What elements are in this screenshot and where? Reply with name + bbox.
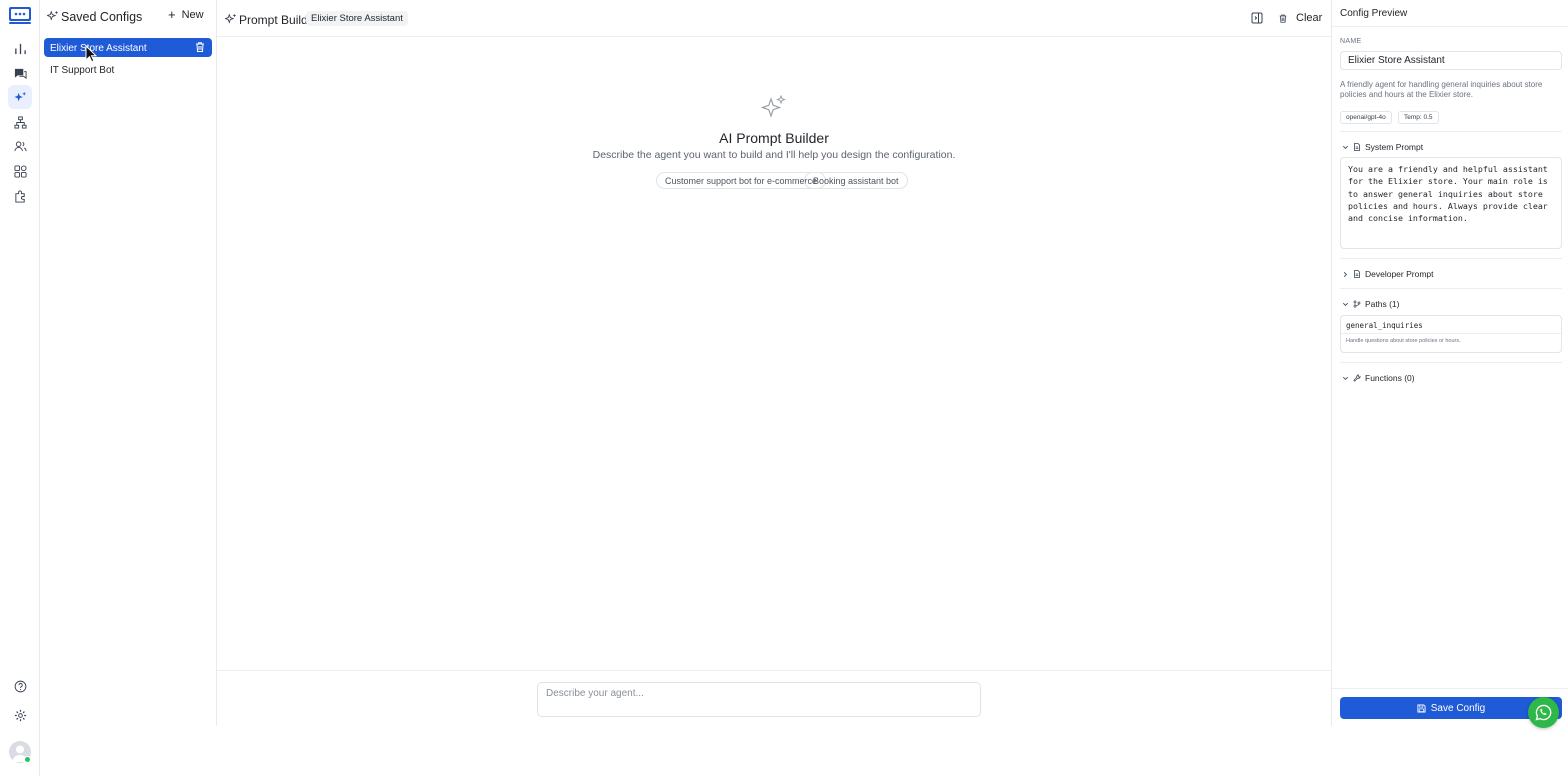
divider [1340, 131, 1562, 132]
divider [1341, 333, 1561, 334]
chevron-down-icon [1343, 376, 1348, 380]
integrations-nav[interactable] [8, 159, 32, 183]
composer-area: Describe your agent... [217, 670, 1331, 726]
flows-nav[interactable] [8, 110, 32, 134]
config-description: A friendly agent for handling general in… [1340, 80, 1543, 99]
settings-nav[interactable] [8, 703, 32, 727]
help-nav[interactable] [8, 674, 32, 698]
config-preview-panel: Config Preview NAME Elixier Store Assist… [1331, 0, 1568, 726]
users-nav[interactable] [8, 134, 32, 158]
paths-section-toggle[interactable]: Paths (1) [1342, 299, 1400, 309]
users-icon [13, 140, 27, 151]
chevron-down-icon [1343, 145, 1348, 149]
app-logo-icon[interactable] [8, 5, 32, 25]
save-icon [1417, 703, 1426, 713]
config-item-it-support-bot[interactable]: IT Support Bot [44, 60, 212, 79]
whatsapp-icon [1535, 704, 1552, 721]
save-config-label: Save Config [1430, 702, 1486, 714]
mouse-cursor-icon [85, 45, 97, 63]
puzzle-icon [14, 190, 25, 203]
path-card[interactable]: general_inquiries Handle questions about… [1340, 315, 1562, 353]
model-badge: openai/gpt-4o [1340, 111, 1392, 124]
config-preview-header: Config Preview [1332, 0, 1568, 27]
plugins-nav[interactable] [8, 184, 32, 208]
path-description: Handle questions about store policies or… [1346, 338, 1461, 344]
developer-prompt-label: Developer Prompt [1365, 269, 1434, 279]
prompt-builder-nav[interactable] [8, 85, 32, 109]
divider [1340, 362, 1562, 363]
name-label: NAME [1340, 38, 1362, 45]
bar-chart-icon [14, 43, 26, 54]
paths-label: Paths (1) [1365, 299, 1400, 309]
new-config-button[interactable]: + New [168, 7, 204, 22]
sitemap-icon [13, 115, 27, 129]
functions-section-toggle[interactable]: Functions (0) [1342, 373, 1415, 383]
topbar: Prompt Builder Elixier Store Assistant C… [217, 0, 1331, 37]
icon-rail [0, 0, 40, 776]
config-name-field[interactable]: Elixier Store Assistant [1340, 51, 1562, 70]
chevron-right-icon [1343, 271, 1347, 277]
suggestion-chip-ecommerce[interactable]: Customer support bot for e-commerce [656, 172, 827, 189]
config-item-elixier-store-assistant[interactable]: Elixier Store Assistant [44, 38, 212, 57]
developer-prompt-section-toggle[interactable]: Developer Prompt [1342, 269, 1434, 279]
gear-icon [14, 709, 26, 721]
system-prompt-textarea[interactable]: You are a friendly and helpful assistant… [1340, 157, 1562, 249]
active-config-badge: Elixier Store Assistant [306, 11, 408, 26]
branch-icon [1353, 300, 1361, 308]
new-config-label: New [181, 9, 204, 21]
functions-label: Functions (0) [1365, 373, 1415, 383]
chat-icon [14, 68, 27, 79]
divider [1340, 288, 1562, 289]
document-icon [1354, 143, 1360, 151]
whatsapp-chat-button[interactable] [1528, 697, 1559, 728]
agent-description-input[interactable]: Describe your agent... [537, 682, 981, 717]
sparkles-icon [225, 13, 237, 24]
saved-configs-panel: Saved Configs + New Elixier Store Assist… [40, 0, 217, 726]
sparkles-icon [13, 91, 26, 101]
help-icon [14, 680, 26, 692]
plus-icon: + [168, 7, 176, 22]
document-icon [1354, 270, 1360, 278]
conversations-nav[interactable] [8, 61, 32, 85]
divider [1340, 258, 1562, 259]
saved-configs-header: Saved Configs + New [40, 0, 217, 32]
wrench-icon [1353, 374, 1361, 382]
suggestion-chip-booking[interactable]: Booking assistant bot [804, 172, 908, 189]
config-preview-title: Config Preview [1340, 8, 1408, 19]
saved-configs-title: Saved Configs [61, 10, 143, 24]
sparkles-icon [47, 10, 59, 21]
analytics-nav[interactable] [8, 36, 32, 60]
system-prompt-label: System Prompt [1365, 142, 1424, 152]
hero-title: AI Prompt Builder [719, 130, 829, 146]
online-status-dot [24, 756, 31, 763]
config-item-label: IT Support Bot [50, 65, 115, 76]
panel-toggle-icon[interactable] [1251, 12, 1263, 24]
chevron-down-icon [1343, 302, 1348, 306]
apps-icon [13, 164, 27, 178]
prompt-builder-main: Prompt Builder Elixier Store Assistant C… [217, 0, 1331, 726]
trash-icon [1279, 14, 1287, 23]
hero-subtitle: Describe the agent you want to build and… [592, 149, 956, 161]
clear-label: Clear [1296, 12, 1323, 24]
path-name: general_inquiries [1346, 321, 1423, 330]
system-prompt-section-toggle[interactable]: System Prompt [1342, 142, 1423, 152]
temperature-badge: Temp: 0.5 [1398, 111, 1439, 124]
sparkles-icon [761, 95, 786, 118]
trash-icon[interactable] [194, 41, 206, 53]
config-item-label: Elixier Store Assistant [50, 43, 147, 54]
clear-button[interactable]: Clear [1278, 12, 1322, 24]
